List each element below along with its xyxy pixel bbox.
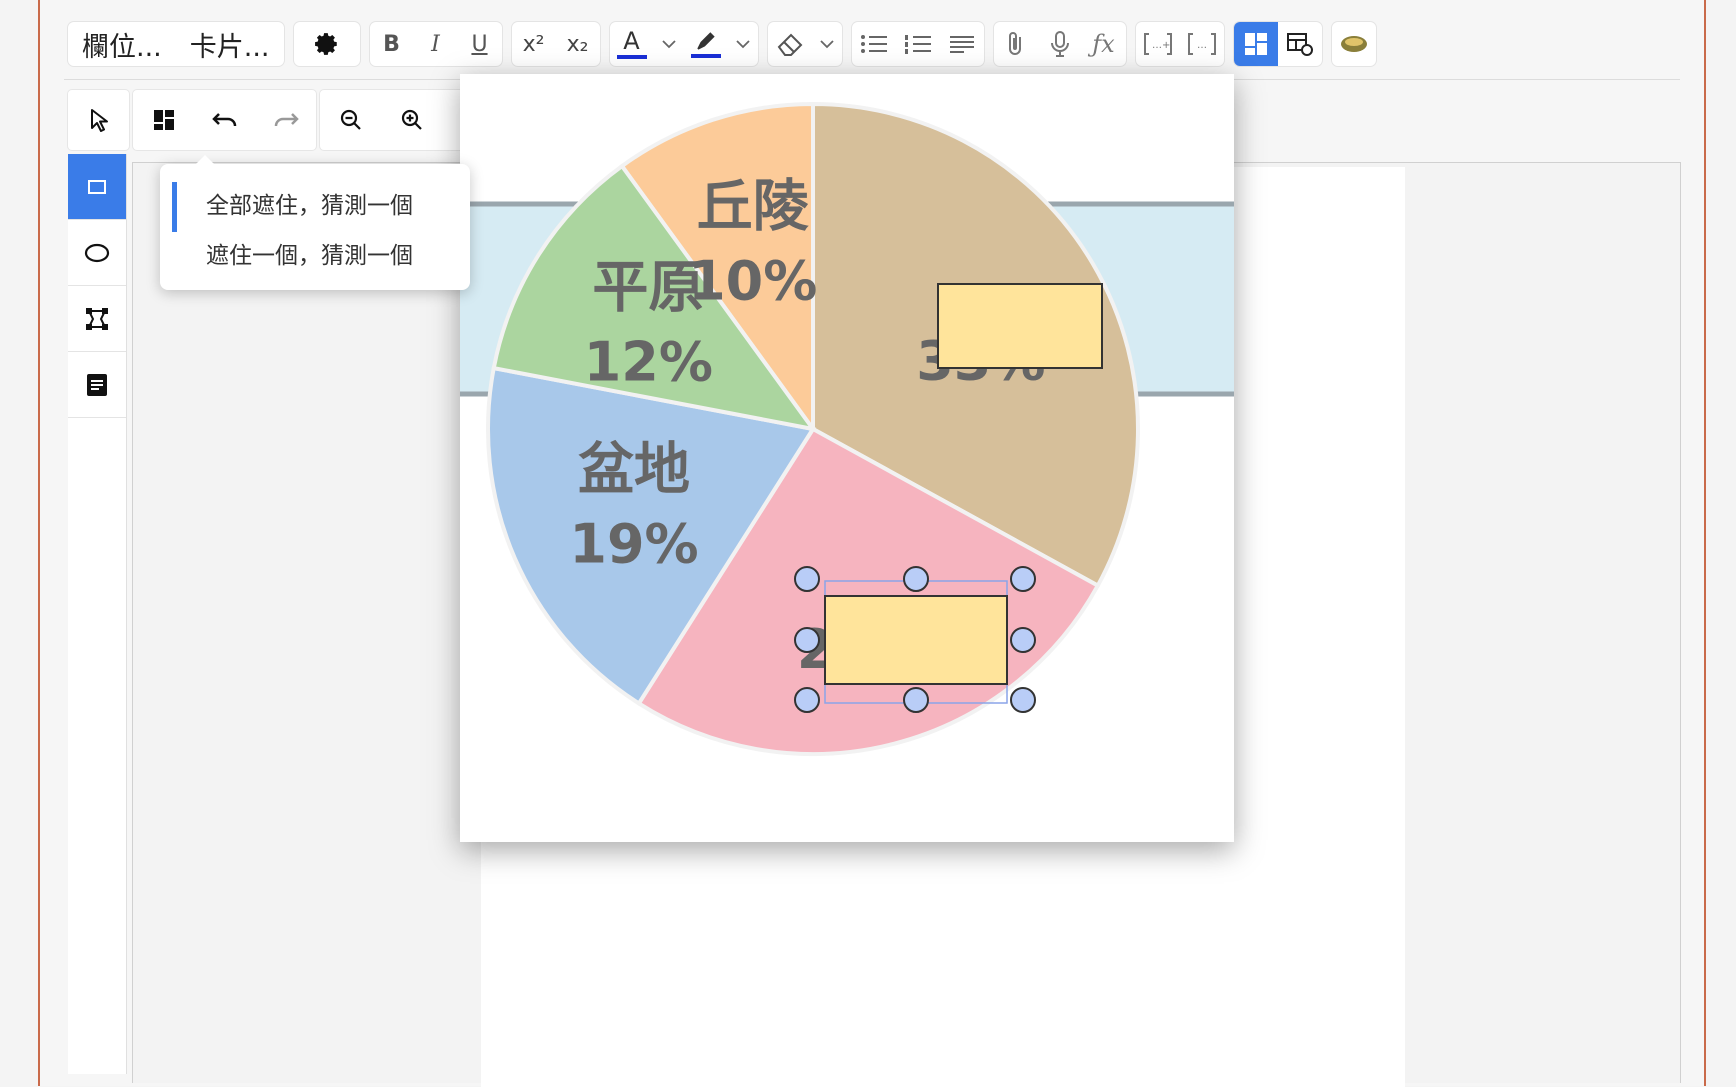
eraser-group — [767, 22, 842, 66]
occlusion-mode-menu: 全部遮住，猜測一個 遮住一個，猜測一個 — [160, 155, 470, 290]
resize-handle[interactable] — [794, 627, 820, 653]
script-group: x² x₂ — [511, 22, 600, 66]
italic-button[interactable]: I — [414, 22, 458, 66]
chevron-down-icon — [819, 40, 834, 49]
polygon-tool[interactable] — [68, 286, 126, 352]
numbered-list-icon[interactable] — [896, 22, 940, 66]
chart-image: 丘陵10%33%26%盆地19%平原12% — [460, 74, 1234, 842]
ellipse-icon — [84, 243, 110, 262]
shape-tool-panel — [68, 154, 127, 1074]
highlight-color-swatch — [690, 53, 721, 58]
ellipse-tool[interactable] — [68, 220, 126, 286]
text-tool[interactable] — [68, 352, 126, 418]
highlight-color-dropdown[interactable] — [728, 22, 758, 66]
slice-category-label: 丘陵 — [697, 175, 809, 240]
resize-handle[interactable] — [794, 566, 820, 592]
cloze-icon[interactable]: … — [1180, 22, 1224, 66]
text-color-button[interactable]: A — [610, 22, 654, 66]
occlusion-mask[interactable] — [937, 283, 1103, 369]
eraser-dropdown[interactable] — [812, 22, 842, 66]
microphone-icon[interactable] — [1038, 22, 1082, 66]
occlusion-options-icon[interactable] — [1278, 22, 1322, 66]
image-occlusion-icon[interactable] — [1233, 22, 1278, 66]
resize-handle[interactable] — [903, 687, 929, 713]
cloze-add-icon[interactable]: …+ — [1136, 22, 1180, 66]
subscript-button[interactable]: x₂ — [556, 22, 600, 66]
cloze-group: …+ … — [1135, 22, 1224, 66]
svg-text:…: … — [1197, 40, 1207, 51]
bold-button[interactable]: B — [370, 22, 414, 66]
menu-item-label: 遮住一個，猜測一個 — [206, 243, 413, 269]
fields-cards-group: 欄位... 卡片... — [68, 22, 284, 66]
svg-text:…+: …+ — [1152, 40, 1170, 51]
text-style-group: B I U — [369, 22, 502, 66]
pie-chart: 丘陵10%33%26%盆地19%平原12% — [460, 101, 1234, 756]
underline-button[interactable]: U — [458, 22, 502, 66]
gear-icon[interactable] — [294, 22, 360, 66]
highlighter-icon — [696, 31, 715, 50]
menu-item-hide-all-guess-one[interactable]: 全部遮住，猜測一個 — [160, 178, 470, 232]
text-color-swatch — [616, 55, 647, 59]
chevron-down-icon — [735, 40, 750, 49]
slice-value-label: 12% — [584, 331, 713, 394]
zoom-out-icon[interactable] — [320, 90, 381, 150]
resize-handle[interactable] — [1010, 687, 1036, 713]
slice-category-label: 平原 — [592, 256, 704, 321]
cards-button[interactable]: 卡片... — [176, 22, 284, 66]
slice-value-label: 10% — [688, 250, 817, 313]
addon-icon[interactable] — [1332, 22, 1376, 66]
select-group — [68, 90, 129, 150]
align-icon[interactable] — [940, 22, 984, 66]
editor-toolbar: 欄位... 卡片... B I U x² x₂ A ƒx …+ … — [68, 20, 1386, 68]
chevron-down-icon — [661, 40, 676, 49]
slice-value-label: 19% — [569, 512, 698, 575]
resize-handle[interactable] — [1010, 566, 1036, 592]
formula-icon[interactable]: ƒx — [1082, 22, 1126, 66]
resize-handle[interactable] — [1010, 627, 1036, 653]
polygon-icon — [86, 307, 108, 330]
occlusion-mask-rect[interactable] — [824, 595, 1008, 685]
zoom-in-icon[interactable] — [381, 90, 442, 150]
paperclip-icon[interactable] — [994, 22, 1038, 66]
text-color-dropdown[interactable] — [654, 22, 684, 66]
rectangle-icon — [88, 179, 106, 194]
occlusion-mode-group — [1233, 22, 1322, 66]
redo-icon[interactable] — [255, 90, 316, 150]
options-group — [293, 22, 360, 66]
text-icon — [87, 373, 107, 396]
resize-handle[interactable] — [903, 566, 929, 592]
masks-icon[interactable] — [133, 90, 194, 150]
editor-window: 欄位... 卡片... B I U x² x₂ A ƒx …+ … 丘陵 10%… — [38, 0, 1706, 1087]
media-group: ƒx — [993, 22, 1126, 66]
selected-indicator — [172, 182, 177, 232]
rectangle-tool[interactable] — [68, 154, 126, 220]
resize-handle[interactable] — [794, 687, 820, 713]
undo-icon[interactable] — [194, 90, 255, 150]
highlight-color-button[interactable] — [684, 22, 728, 66]
list-group — [851, 22, 984, 66]
slice-category-label: 盆地 — [578, 437, 690, 502]
menu-item-label: 全部遮住，猜測一個 — [206, 193, 413, 219]
color-group: A — [609, 22, 758, 66]
bullet-list-icon[interactable] — [852, 22, 896, 66]
addon-group — [1331, 22, 1376, 66]
menu-item-hide-one-guess-one[interactable]: 遮住一個，猜測一個 — [160, 228, 470, 278]
history-group — [133, 90, 316, 150]
fields-button[interactable]: 欄位... — [68, 22, 176, 66]
select-icon[interactable] — [68, 90, 129, 150]
superscript-button[interactable]: x² — [512, 22, 556, 66]
eraser-icon[interactable] — [768, 22, 812, 66]
text-color-icon: A — [623, 27, 640, 55]
